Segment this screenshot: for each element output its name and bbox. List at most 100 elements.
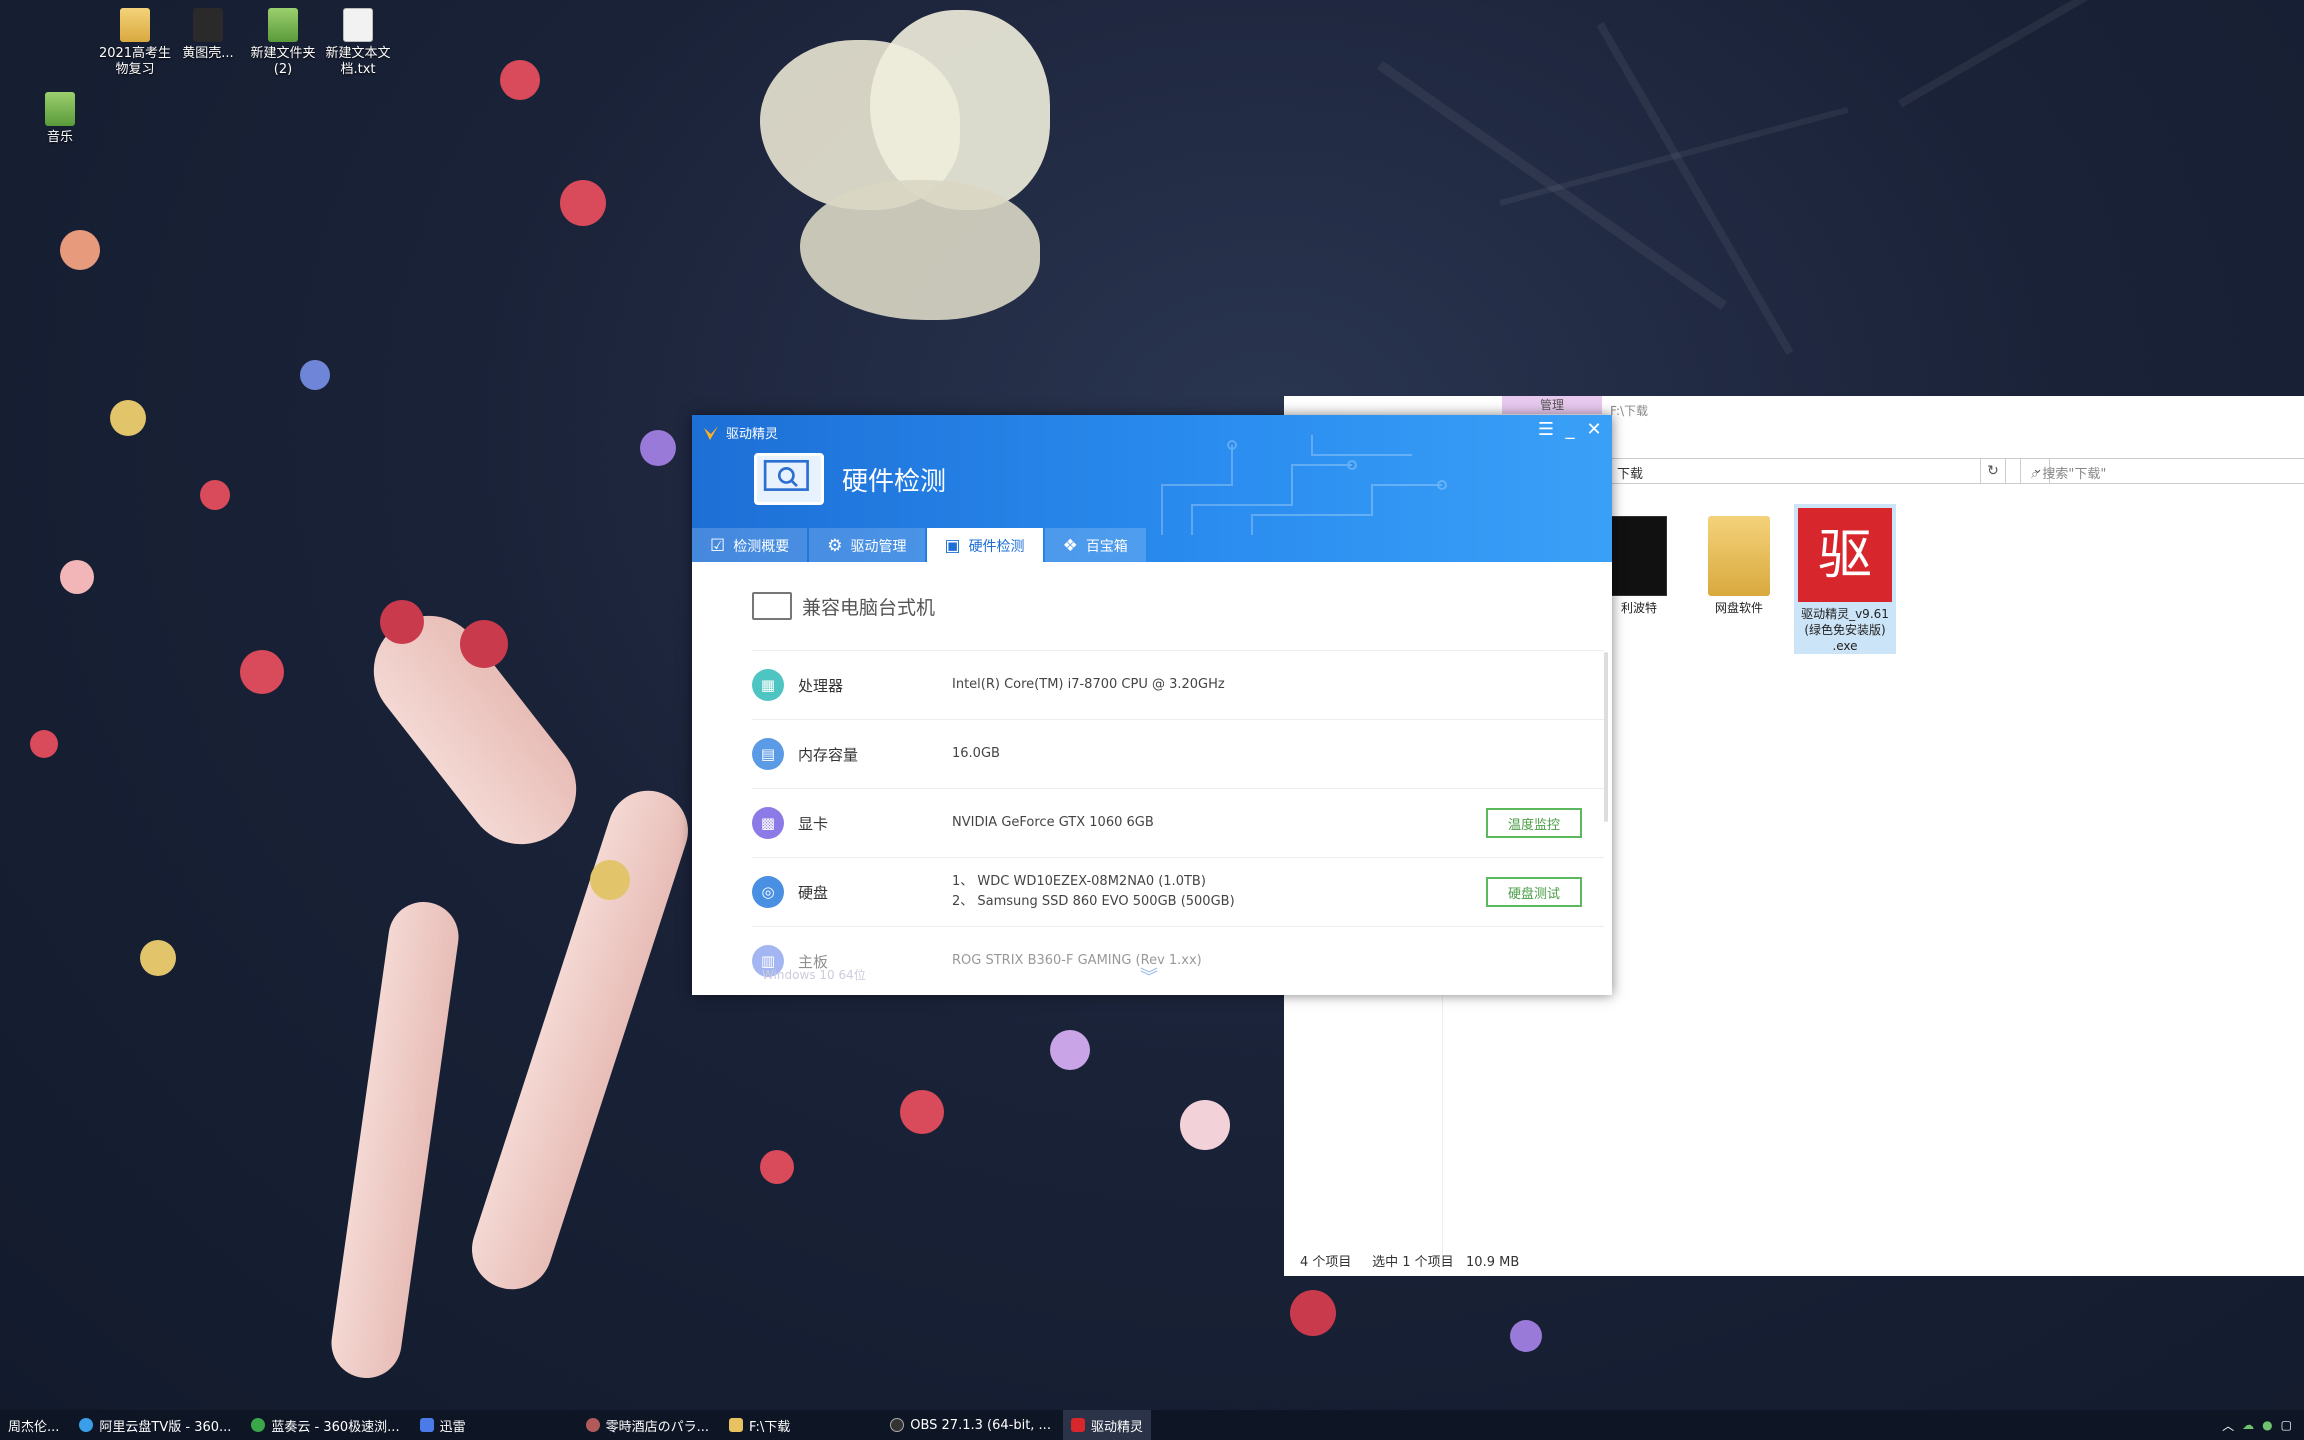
os-info: Windows 10 64位 <box>762 968 866 982</box>
taskbar-label: 周杰伦... <box>8 1419 60 1435</box>
refresh-button[interactable]: ↻ <box>1980 458 2006 484</box>
selected-size: 10.9 MB <box>1466 1255 1520 1270</box>
app-titlebar: 驱动精灵 <box>702 423 778 442</box>
tab-hardware-check[interactable]: ▣ 硬件检测 <box>926 528 1043 562</box>
desktop-icon-label: 2021高考生物复习 <box>98 46 172 77</box>
desktop-pc-icon <box>752 592 792 620</box>
chat-icon[interactable]: ● <box>2262 1418 2272 1432</box>
row-label: 内存容量 <box>798 745 859 764</box>
selected-count: 选中 1 个项目 <box>1372 1255 1454 1270</box>
cpu-icon: ▦ <box>752 669 784 701</box>
row-value: 16.0GB <box>952 746 1000 761</box>
desktop-icon[interactable]: 2021高考生物复习 <box>95 8 175 78</box>
text-file-icon <box>343 8 373 42</box>
pc-type-label: 兼容电脑台式机 <box>802 596 936 619</box>
minimize-icon[interactable]: _ <box>1558 419 1582 440</box>
app-logo-icon <box>1070 1418 1085 1432</box>
taskbar-item[interactable]: 蓝奏云 - 360极速浏... <box>243 1410 407 1440</box>
obs-icon <box>890 1418 905 1432</box>
tab-driver-manage[interactable]: ⚙ 驱动管理 <box>809 528 925 562</box>
hardware-check-icon <box>754 453 824 505</box>
file-label: 驱动精灵_v9.61 (绿色免安装版) .exe <box>1801 607 1889 653</box>
taskbar: 周杰伦... 阿里云盘TV版 - 360... 蓝奏云 - 360极速浏... … <box>0 1410 2304 1440</box>
item-count: 4 个项目 <box>1300 1255 1352 1270</box>
chevron-down-icon[interactable]: ︾ <box>1140 963 1158 989</box>
disk-line: 1、 WDC WD10EZEX-08M2NA0 (1.0TB) <box>952 874 1206 889</box>
row-value: Intel(R) Core(TM) i7-8700 CPU @ 3.20GHz <box>952 677 1225 692</box>
network-icon[interactable]: ▢ <box>2281 1418 2292 1432</box>
folder-icon <box>729 1418 743 1432</box>
gpu-icon: ▩ <box>752 807 784 839</box>
folder-icon <box>268 8 298 42</box>
monitor-search-icon <box>763 459 809 491</box>
taskbar-item[interactable]: 周杰伦... <box>0 1410 67 1440</box>
tab-toolbox[interactable]: ❖ 百宝箱 <box>1044 528 1146 562</box>
address-text: 下载 <box>1617 467 1644 482</box>
desktop-icon[interactable]: 新建文件夹 (2) <box>243 8 323 78</box>
folder-icon <box>45 92 75 126</box>
browser-icon <box>79 1418 94 1432</box>
row-label: 处理器 <box>798 676 844 695</box>
toolbox-icon: ❖ <box>1062 536 1078 556</box>
row-label: 硬盘 <box>798 883 829 902</box>
taskbar-label: F:\下载 <box>749 1419 791 1435</box>
menu-icon[interactable]: ☰ <box>1534 419 1558 440</box>
tab-label: 驱动管理 <box>850 539 907 555</box>
folder-icon <box>1708 516 1770 596</box>
taskbar-label: 零時酒店のパラ... <box>605 1419 709 1435</box>
desktop-icon[interactable]: 新建文本文档.txt <box>318 8 398 78</box>
desktop-icon[interactable]: 音乐 <box>20 92 100 146</box>
row-value: ROG STRIX B360-F GAMING (Rev 1.xx) <box>952 953 1202 968</box>
chevron-up-icon[interactable]: ︿ <box>2222 1417 2234 1434</box>
hardware-row-memory: ▤ 内存容量 16.0GB <box>752 720 1582 788</box>
disk-test-button[interactable]: 硬盘测试 <box>1486 877 1582 907</box>
memory-icon: ▤ <box>752 738 784 770</box>
tab-bar: ☑ 检测概要 ⚙ 驱动管理 ▣ 硬件检测 ❖ 百宝箱 <box>692 528 1148 562</box>
taskbar-item[interactable]: OBS 27.1.3 (64-bit, ... <box>882 1410 1059 1440</box>
circuit-decoration <box>1161 435 1447 535</box>
tab-label: 硬件检测 <box>968 539 1025 555</box>
row-label: 显卡 <box>798 814 829 833</box>
tab-label: 检测概要 <box>733 539 790 555</box>
tab-manage[interactable]: 管理 <box>1502 396 1602 414</box>
close-icon[interactable]: ✕ <box>1582 419 1606 440</box>
file-label: 利波特 <box>1620 601 1657 615</box>
disk-line: 2、 Samsung SSD 860 EVO 500GB (500GB) <box>952 894 1235 909</box>
folder-icon <box>120 8 150 42</box>
monitor-icon: ▣ <box>944 536 961 556</box>
row-value: 1、 WDC WD10EZEX-08M2NA0 (1.0TB) 2、 Samsu… <box>952 872 1486 912</box>
search-input[interactable]: ⌕ 搜索"下载" <box>2020 458 2304 484</box>
file-label: 网盘软件 <box>1714 601 1763 615</box>
taskbar-item[interactable]: 零時酒店のパラ... <box>578 1410 717 1440</box>
hardware-info-panel: 兼容电脑台式机 ▦ 处理器 Intel(R) Core(TM) i7-8700 … <box>692 562 1612 995</box>
temperature-monitor-button[interactable]: 温度监控 <box>1486 808 1582 838</box>
file-item-selected[interactable]: 驱 驱动精灵_v9.61 (绿色免安装版) .exe <box>1794 504 1896 654</box>
cloud-icon[interactable]: ☁ <box>2242 1418 2254 1432</box>
taskbar-label: 阿里云盘TV版 - 360... <box>99 1419 232 1435</box>
app-exe-icon: 驱 <box>1798 508 1892 602</box>
hardware-row-cpu: ▦ 处理器 Intel(R) Core(TM) i7-8700 CPU @ 3.… <box>752 651 1582 719</box>
status-bar: 4 个项目 选中 1 个项目 10.9 MB <box>1300 1251 1519 1270</box>
desktop-icon-label: 新建文件夹 (2) <box>250 46 316 77</box>
desktop-icon-label: 黄图壳... <box>182 46 234 61</box>
desktop-icon[interactable]: 黄图壳... <box>168 8 248 62</box>
taskbar-item[interactable]: 阿里云盘TV版 - 360... <box>71 1410 239 1440</box>
row-value: NVIDIA GeForce GTX 1060 6GB <box>952 815 1154 830</box>
hardware-row-disk: ◎ 硬盘 1、 WDC WD10EZEX-08M2NA0 (1.0TB) 2、 … <box>752 858 1582 926</box>
scrollbar[interactable] <box>1604 652 1608 822</box>
browser-icon <box>251 1418 266 1432</box>
taskbar-label: 驱动精灵 <box>1090 1419 1143 1435</box>
gear-icon: ⚙ <box>827 536 843 556</box>
taskbar-item[interactable]: 迅雷 <box>412 1410 474 1440</box>
thunder-icon <box>419 1418 434 1432</box>
system-tray: ︿ ☁ ● ▢ <box>2222 1410 2292 1440</box>
file-item[interactable]: 利波特 <box>1604 516 1674 616</box>
taskbar-item[interactable]: F:\下载 <box>721 1410 798 1440</box>
file-item[interactable]: 网盘软件 <box>1694 516 1784 616</box>
driver-app-window: 驱动精灵 ☰ _ ✕ 硬件检测 ☑ 检测概要 ⚙ 驱动管理 ▣ 硬件检测 ❖ 百… <box>692 415 1612 995</box>
disk-icon: ◎ <box>752 876 784 908</box>
taskbar-item[interactable]: 驱动精灵 <box>1062 1410 1151 1440</box>
tab-overview[interactable]: ☑ 检测概要 <box>692 528 808 562</box>
taskbar-label: 迅雷 <box>439 1419 466 1435</box>
folder-icon <box>1611 516 1667 596</box>
